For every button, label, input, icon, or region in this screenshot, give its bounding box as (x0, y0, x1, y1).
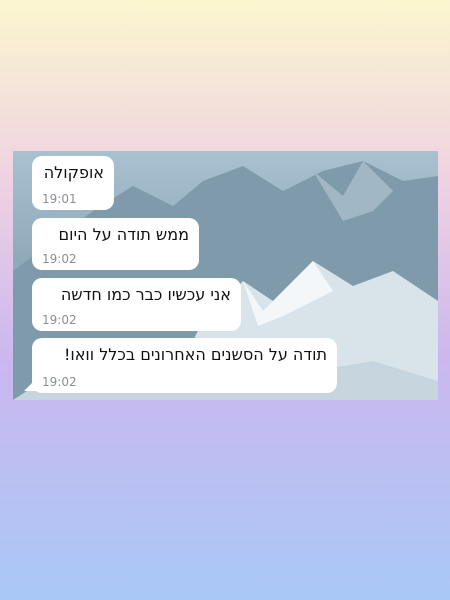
message-time: 19:02 (42, 375, 77, 389)
message-text: אופקולה (43, 163, 104, 182)
chat-screenshot: אופקולה 19:01 ממש תודה על היום 19:02 אני… (13, 151, 438, 400)
message-bubble[interactable]: אופקולה 19:01 (32, 156, 114, 210)
message-time: 19:01 (42, 192, 77, 206)
message-text: תודה על הסשנים האחרונים בכלל וואו! (63, 345, 327, 364)
message-text: אני עכשיו כבר כמו חדשה (60, 285, 231, 304)
message-time: 19:02 (42, 313, 77, 327)
message-bubble[interactable]: אני עכשיו כבר כמו חדשה 19:02 (32, 278, 241, 331)
message-text: ממש תודה על היום (58, 225, 189, 244)
message-bubble[interactable]: תודה על הסשנים האחרונים בכלל וואו! 19:02 (32, 338, 337, 393)
message-time: 19:02 (42, 252, 77, 266)
message-bubble[interactable]: ממש תודה על היום 19:02 (32, 218, 199, 270)
